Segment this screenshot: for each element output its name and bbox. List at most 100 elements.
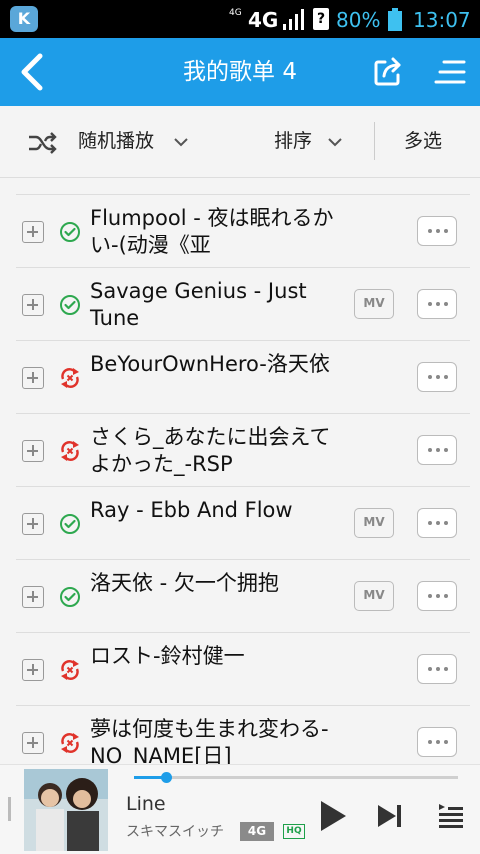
downloaded-check-icon <box>60 222 80 242</box>
song-row[interactable]: Savage Genius - Just Tune MV <box>0 268 480 341</box>
more-dot <box>436 375 440 379</box>
toolbar-divider <box>374 122 375 160</box>
app-notification-icon: K <box>10 6 38 32</box>
clock: 13:07 <box>413 8 471 32</box>
more-options-button[interactable] <box>417 508 457 538</box>
more-options-button[interactable] <box>417 727 457 757</box>
add-to-queue-icon[interactable] <box>22 440 44 462</box>
song-row[interactable]: Ray - Ebb And Flow MV <box>0 487 480 560</box>
add-to-queue-icon[interactable] <box>22 586 44 608</box>
shuffle-play-button[interactable]: 随机播放 <box>78 106 154 176</box>
more-dot <box>444 521 448 525</box>
song-title: ロスト-鈴村健一 <box>90 644 245 668</box>
more-options-button[interactable] <box>417 435 457 465</box>
add-to-queue-icon[interactable] <box>22 659 44 681</box>
song-title: BeYourOwnHero-洛天依 <box>90 352 330 376</box>
more-dot <box>444 740 448 744</box>
hq-badge: HQ <box>283 824 305 839</box>
song-title: Savage Genius - Just Tune <box>90 279 307 330</box>
playlist-queue-icon[interactable] <box>438 803 464 829</box>
downloaded-check-icon <box>60 295 80 315</box>
sync-error-icon <box>61 368 79 388</box>
song-row[interactable]: Flumpool - 夜は眠れるかい-(动漫《亚 <box>0 195 480 268</box>
more-dot <box>444 667 448 671</box>
app-header: 我的歌单 4 <box>0 38 480 106</box>
menu-icon[interactable] <box>434 58 466 86</box>
network-quality-badge: 4G <box>240 822 274 841</box>
battery-percent: 80% <box>336 8 381 32</box>
share-icon[interactable] <box>372 56 404 88</box>
song-row[interactable]: さくら_あなたに出会えてよかった_-RSP <box>0 414 480 487</box>
more-dot <box>444 229 448 233</box>
mv-button[interactable]: MV <box>354 289 394 319</box>
network-type: 4G <box>248 8 279 32</box>
more-options-button[interactable] <box>417 289 457 319</box>
mini-player[interactable]: Line スキマスイッチ 4G HQ <box>0 764 480 854</box>
more-dot <box>436 302 440 306</box>
mv-button[interactable]: MV <box>354 581 394 611</box>
status-bar: K 4G 4G ? 80% 13:07 <box>0 0 480 38</box>
more-options-button[interactable] <box>417 654 457 684</box>
now-playing-title: Line <box>126 793 166 815</box>
add-to-queue-icon[interactable] <box>22 221 44 243</box>
sync-error-icon <box>61 441 79 461</box>
more-dot <box>436 448 440 452</box>
more-dot <box>436 740 440 744</box>
more-dot <box>428 375 432 379</box>
more-dot <box>428 667 432 671</box>
more-dot <box>428 740 432 744</box>
multi-select-button[interactable]: 多选 <box>404 106 442 176</box>
more-dot <box>436 594 440 598</box>
more-dot <box>436 667 440 671</box>
more-dot <box>444 448 448 452</box>
song-row[interactable]: 夢は何度も生まれ変わる-NO_NAME[日] <box>0 706 480 764</box>
signal-icon <box>283 9 304 30</box>
add-to-queue-icon[interactable] <box>22 513 44 535</box>
downloaded-check-icon <box>60 587 80 607</box>
song-title: 洛天依 - 欠一个拥抱 <box>90 571 279 595</box>
progress-knob[interactable] <box>161 772 173 783</box>
more-dot <box>428 448 432 452</box>
page-title: 我的歌单 4 <box>183 59 297 85</box>
more-dot <box>444 594 448 598</box>
more-dot <box>428 521 432 525</box>
more-dot <box>436 521 440 525</box>
song-list[interactable]: Flumpool - 夜は眠れるかい-(动漫《亚 Savage Genius - … <box>0 194 480 764</box>
play-icon[interactable] <box>318 799 348 833</box>
next-track-icon[interactable] <box>376 803 404 829</box>
song-row[interactable]: ロスト-鈴村健一 <box>0 633 480 706</box>
playlist-toolbar: 随机播放 排序 多选 <box>0 106 480 178</box>
song-title: 夢は何度も生まれ変わる-NO_NAME[日] <box>90 717 329 764</box>
more-dot <box>444 302 448 306</box>
battery-icon <box>388 8 402 31</box>
more-dot <box>436 229 440 233</box>
now-playing-artist: スキマスイッチ <box>126 824 224 840</box>
chevron-down-icon[interactable] <box>328 137 342 147</box>
song-row[interactable]: 洛天依 - 欠一个拥抱 MV <box>0 560 480 633</box>
song-title: Flumpool - 夜は眠れるかい-(动漫《亚 <box>90 206 334 257</box>
more-dot <box>428 229 432 233</box>
more-dot <box>428 302 432 306</box>
mv-button[interactable]: MV <box>354 508 394 538</box>
sync-error-icon <box>61 733 79 753</box>
more-options-button[interactable] <box>417 362 457 392</box>
sim-status-icon: ? <box>313 8 329 30</box>
sync-error-icon <box>61 660 79 680</box>
more-options-button[interactable] <box>417 216 457 246</box>
downloaded-check-icon <box>60 514 80 534</box>
more-dot <box>428 594 432 598</box>
album-art[interactable] <box>24 769 108 851</box>
player-handle[interactable] <box>8 797 11 821</box>
shuffle-icon[interactable] <box>28 131 58 155</box>
more-options-button[interactable] <box>417 581 457 611</box>
song-title: さくら_あなたに出会えてよかった_-RSP <box>90 425 331 476</box>
add-to-queue-icon[interactable] <box>22 294 44 316</box>
add-to-queue-icon[interactable] <box>22 367 44 389</box>
chevron-down-icon[interactable] <box>174 137 188 147</box>
more-dot <box>444 375 448 379</box>
sort-button[interactable]: 排序 <box>274 106 312 176</box>
network-type-small: 4G <box>229 8 242 18</box>
add-to-queue-icon[interactable] <box>22 732 44 754</box>
progress-bar[interactable] <box>134 772 458 783</box>
song-row[interactable]: BeYourOwnHero-洛天依 <box>0 341 480 414</box>
